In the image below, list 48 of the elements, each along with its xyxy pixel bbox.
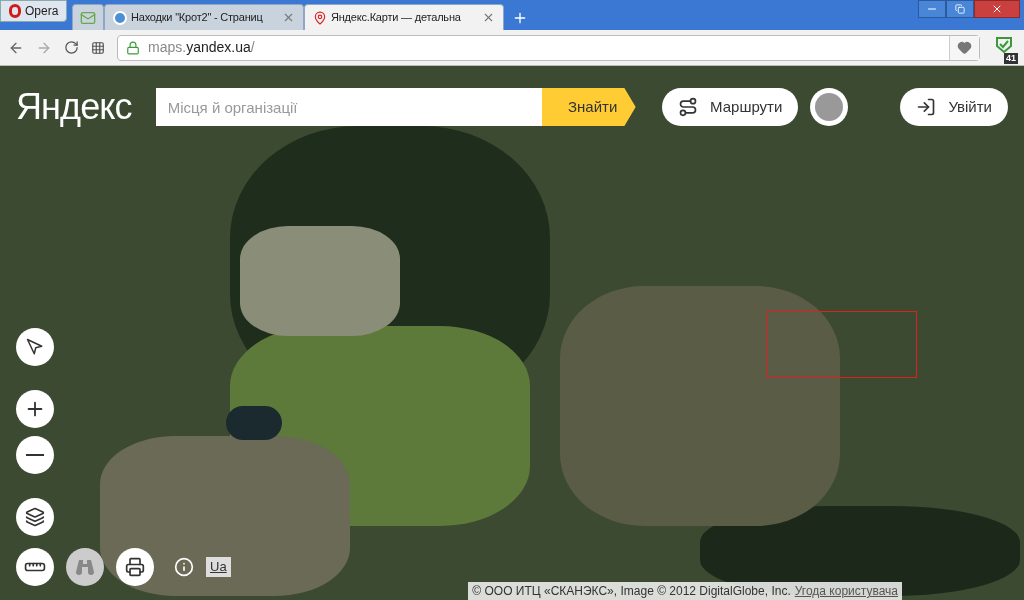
user-avatar-icon[interactable] [810, 88, 849, 126]
lock-icon [126, 40, 140, 55]
yandex-logo: Яндекс [16, 89, 132, 125]
search-field[interactable]: Місця й організації [155, 88, 542, 126]
ruler-button[interactable] [16, 548, 54, 586]
login-button[interactable]: Увійти [900, 88, 1008, 126]
zoom-in-button[interactable] [16, 390, 54, 428]
close-icon[interactable] [482, 11, 495, 24]
login-icon [916, 97, 937, 117]
locate-button[interactable] [16, 328, 54, 366]
copyright-text: © ООО ИТЦ «СКАНЭКС», Image © 2012 DigitalGlobe, Inc. [472, 583, 791, 600]
panorama-button[interactable] [66, 548, 104, 586]
bookmark-button[interactable] [949, 35, 979, 60]
mail-icon [80, 9, 96, 26]
page-favicon-icon [113, 10, 127, 25]
tab-title: Яндекс.Карти — детальна [331, 10, 462, 26]
map-pin-icon [313, 10, 327, 25]
address-field[interactable]: maps.yandex.ua/ [117, 34, 980, 61]
language-button[interactable]: Ua [206, 557, 231, 577]
location-arrow-icon [26, 338, 44, 356]
info-icon[interactable] [174, 557, 194, 577]
minimize-button[interactable] [918, 0, 946, 18]
zoom-out-button[interactable] [16, 436, 54, 474]
heart-icon [957, 40, 972, 55]
opera-logo-icon [9, 4, 21, 18]
browser-tab[interactable]: Яндекс.Карти — детальна [304, 4, 504, 30]
restore-button[interactable] [946, 0, 974, 18]
routes-button[interactable]: Маршрути [662, 88, 799, 126]
minus-icon [26, 454, 44, 456]
lake-area [226, 406, 282, 440]
opera-menu-button[interactable]: Opera [0, 0, 68, 22]
close-icon [991, 3, 1003, 15]
speed-dial-icon[interactable] [91, 40, 105, 55]
restore-icon [955, 4, 965, 14]
printer-icon [125, 557, 145, 577]
satellite-map[interactable]: Яндекс Місця й організації Знайти Маршрути Увійти Ua © ООО ИТЦ «СКАНЭКС», Image © 2012 DigitalGlobe, Inc. Угода користувача [0, 66, 1024, 600]
layers-button[interactable] [16, 498, 54, 536]
close-icon[interactable] [282, 11, 295, 24]
url-text: maps.yandex.ua/ [148, 38, 255, 57]
terms-link[interactable]: Угода користувача [794, 582, 898, 600]
new-tab-icon[interactable] [512, 10, 528, 26]
browser-tab[interactable]: Находки "Крот2" - Страниц [104, 4, 304, 30]
tab-title: Находки "Крот2" - Страниц [131, 10, 264, 26]
binoculars-icon [75, 558, 95, 576]
search-button[interactable]: Знайти [541, 88, 636, 126]
route-icon [678, 97, 699, 117]
layers-icon [25, 507, 45, 527]
reload-icon[interactable] [64, 40, 79, 55]
